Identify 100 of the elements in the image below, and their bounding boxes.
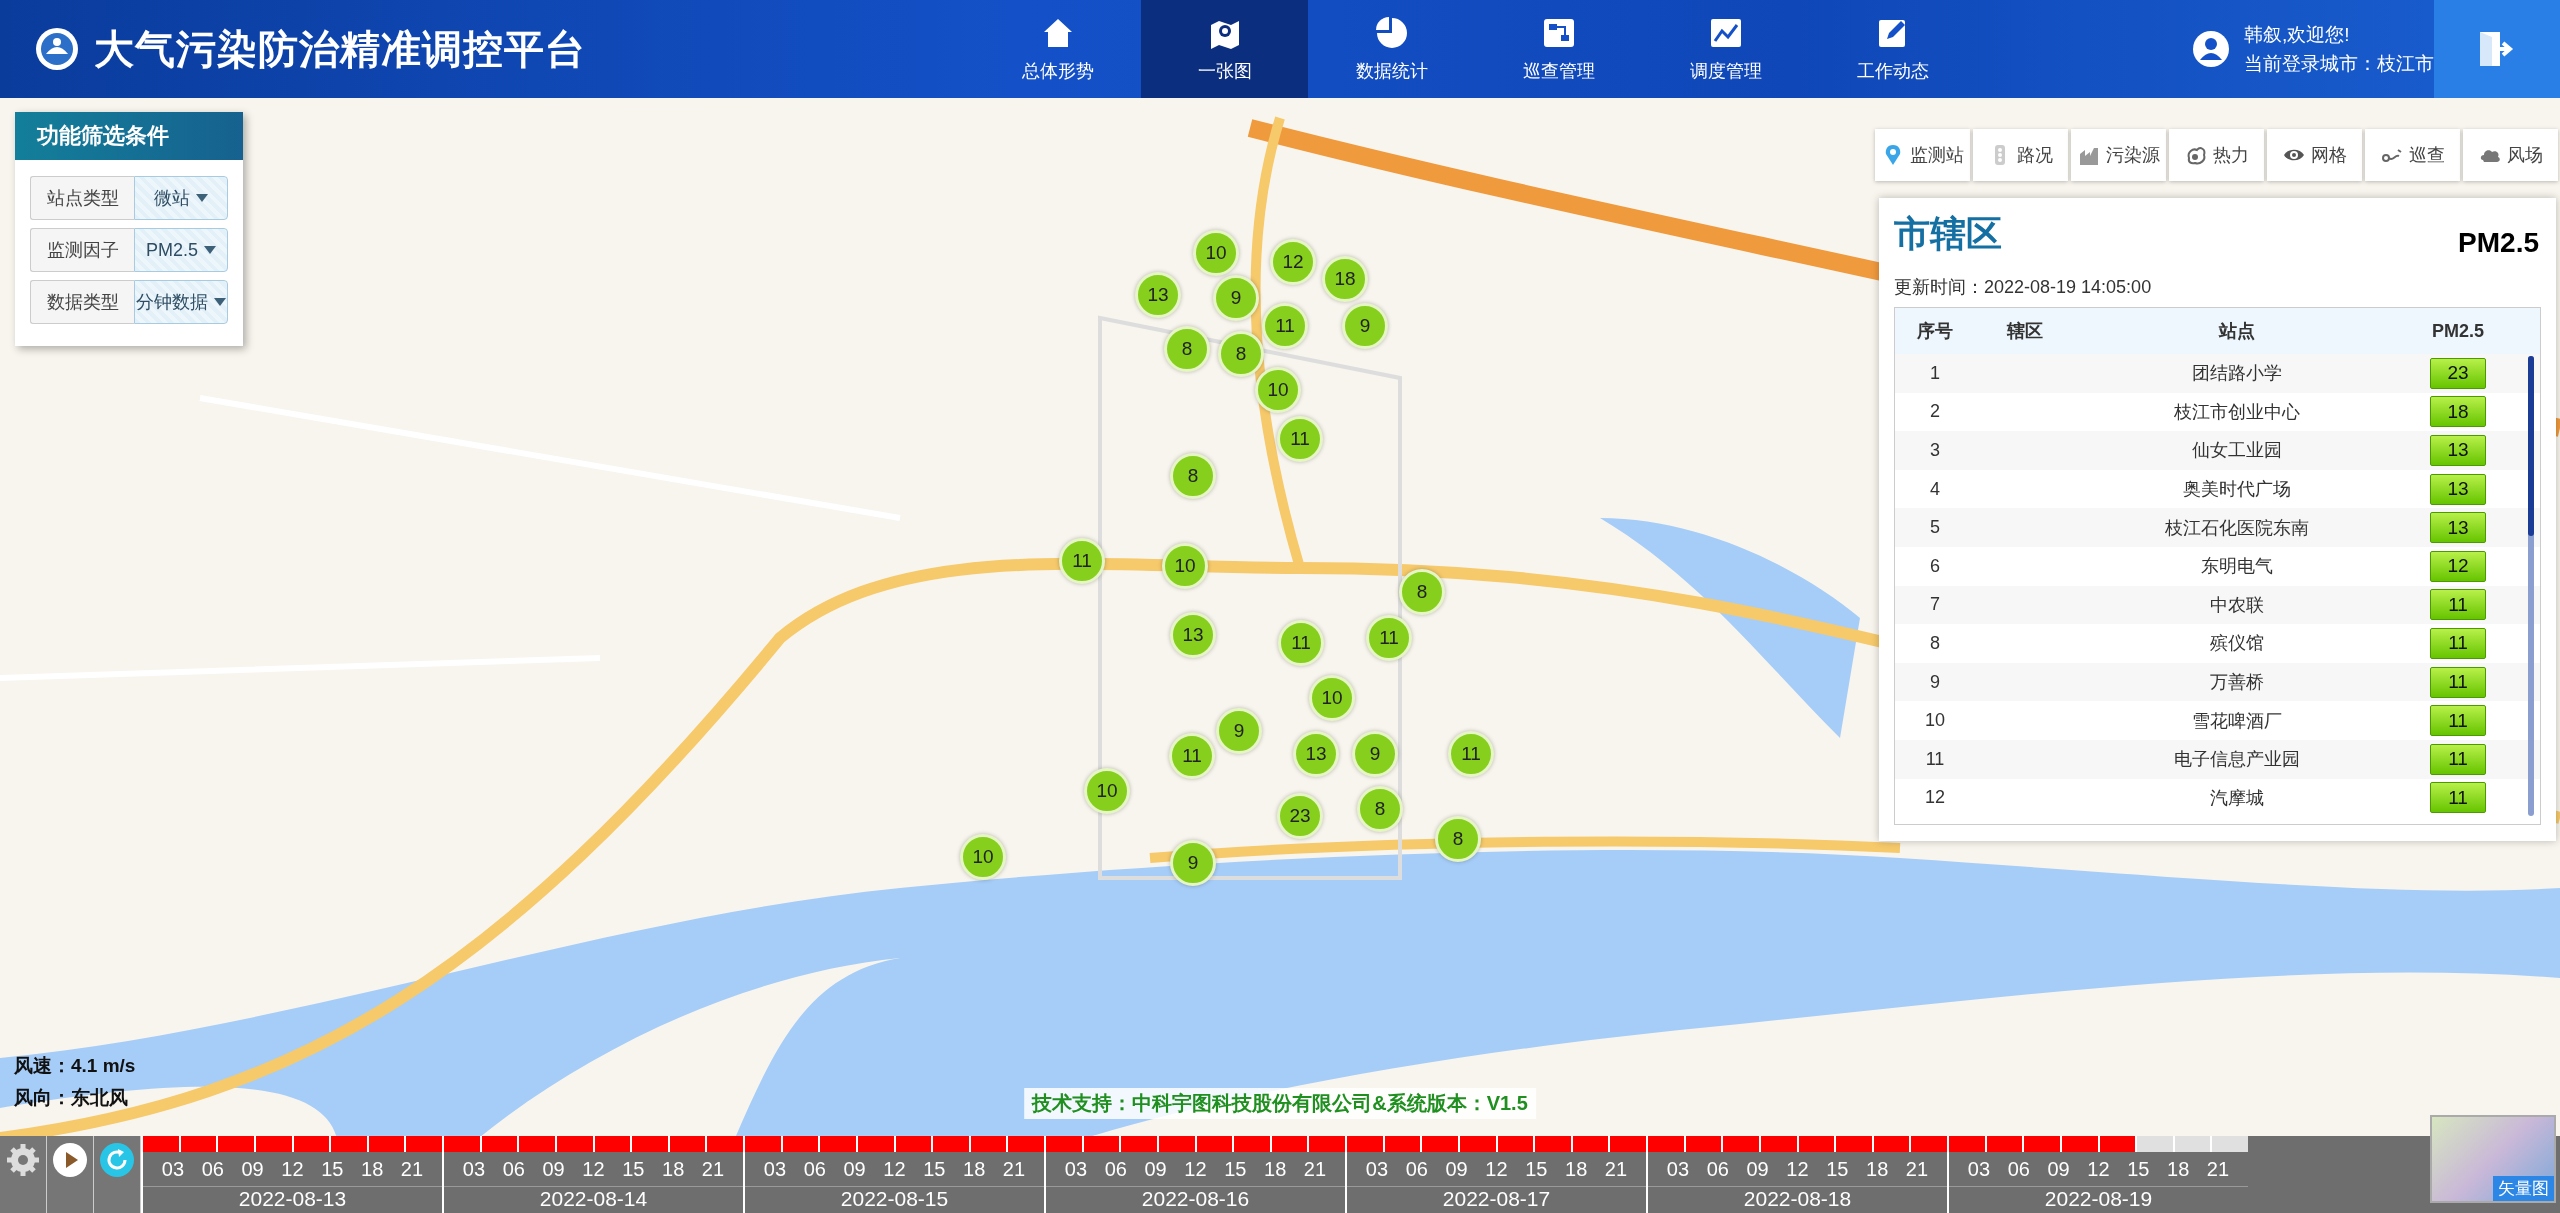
hour-tick[interactable]: 18 bbox=[1264, 1158, 1287, 1186]
timeline-segment[interactable] bbox=[1873, 1136, 1910, 1152]
play-button[interactable] bbox=[52, 1142, 88, 1178]
hour-tick[interactable]: 09 bbox=[1144, 1158, 1167, 1186]
hour-tick[interactable]: 15 bbox=[321, 1158, 344, 1186]
hour-tick[interactable]: 18 bbox=[1866, 1158, 1889, 1186]
filter-dropdown[interactable]: 分钟数据 bbox=[134, 280, 228, 324]
hour-tick[interactable]: 06 bbox=[502, 1158, 525, 1186]
hour-tick[interactable]: 18 bbox=[2167, 1158, 2190, 1186]
nav-tab[interactable]: 调度管理 bbox=[1642, 0, 1809, 98]
hour-tick[interactable]: 06 bbox=[1706, 1158, 1729, 1186]
filter-dropdown[interactable]: 微站 bbox=[134, 176, 228, 220]
nav-tab[interactable]: 数据统计 bbox=[1308, 0, 1475, 98]
hour-tick[interactable]: 15 bbox=[1224, 1158, 1247, 1186]
hour-tick[interactable]: 18 bbox=[963, 1158, 986, 1186]
hour-tick[interactable]: 03 bbox=[763, 1158, 787, 1186]
timeline-segment[interactable] bbox=[1384, 1136, 1421, 1152]
hour-tick[interactable]: 21 bbox=[701, 1158, 725, 1186]
filter-dropdown[interactable]: PM2.5 bbox=[134, 228, 228, 272]
date-label[interactable]: 2022-08-16 bbox=[1046, 1186, 1345, 1211]
timeline-segment[interactable] bbox=[1798, 1136, 1835, 1152]
timeline-segment[interactable] bbox=[255, 1136, 292, 1152]
hour-tick[interactable]: 06 bbox=[1405, 1158, 1428, 1186]
date-label[interactable]: 2022-08-19 bbox=[1949, 1186, 2248, 1211]
hour-tick[interactable]: 15 bbox=[923, 1158, 946, 1186]
timeline-segment[interactable] bbox=[293, 1136, 330, 1152]
hour-tick[interactable]: 21 bbox=[1002, 1158, 1026, 1186]
hour-tick[interactable]: 18 bbox=[361, 1158, 384, 1186]
timeline-segment[interactable] bbox=[1685, 1136, 1722, 1152]
hour-tick[interactable]: 09 bbox=[542, 1158, 565, 1186]
map-layer-button[interactable]: 风场 bbox=[2463, 129, 2558, 181]
timeline-segment[interactable] bbox=[1271, 1136, 1308, 1152]
date-label[interactable]: 2022-08-15 bbox=[745, 1186, 1044, 1211]
timeline-segment[interactable] bbox=[857, 1136, 894, 1152]
map-layer-button[interactable]: 巡查 bbox=[2365, 129, 2460, 181]
timeline-segment[interactable] bbox=[970, 1136, 1007, 1152]
hour-tick[interactable]: 12 bbox=[2087, 1158, 2110, 1186]
timeline-segment[interactable] bbox=[669, 1136, 706, 1152]
hour-tick[interactable]: 06 bbox=[803, 1158, 826, 1186]
timeline-segment[interactable] bbox=[1760, 1136, 1797, 1152]
timeline-segment[interactable] bbox=[2099, 1136, 2136, 1152]
timeline-segment[interactable] bbox=[2061, 1136, 2098, 1152]
hour-tick[interactable]: 12 bbox=[582, 1158, 605, 1186]
hour-tick[interactable]: 09 bbox=[1746, 1158, 1769, 1186]
hour-tick[interactable]: 12 bbox=[1184, 1158, 1207, 1186]
timeline-segment[interactable] bbox=[1459, 1136, 1496, 1152]
map-layer-button[interactable]: 监测站 bbox=[1875, 129, 1970, 181]
hour-tick[interactable]: 09 bbox=[241, 1158, 264, 1186]
timeline-segment[interactable] bbox=[556, 1136, 593, 1152]
timeline-segment[interactable] bbox=[1572, 1136, 1609, 1152]
hour-tick[interactable]: 03 bbox=[1064, 1158, 1088, 1186]
hour-tick[interactable]: 12 bbox=[883, 1158, 906, 1186]
timeline-segment[interactable] bbox=[1196, 1136, 1233, 1152]
timeline-segment[interactable] bbox=[895, 1136, 932, 1152]
hour-tick[interactable]: 21 bbox=[1905, 1158, 1929, 1186]
hour-tick[interactable]: 12 bbox=[1485, 1158, 1508, 1186]
hour-tick[interactable]: 03 bbox=[462, 1158, 486, 1186]
timeline-segment[interactable] bbox=[782, 1136, 819, 1152]
timeline-segment[interactable] bbox=[481, 1136, 518, 1152]
date-label[interactable]: 2022-08-18 bbox=[1648, 1186, 1947, 1211]
map-layer-button[interactable]: 热力 bbox=[2169, 129, 2264, 181]
hour-tick[interactable]: 09 bbox=[1445, 1158, 1468, 1186]
nav-tab[interactable]: 一张图 bbox=[1141, 0, 1308, 98]
date-label[interactable]: 2022-08-17 bbox=[1347, 1186, 1646, 1211]
map-layer-button[interactable]: 路况 bbox=[1973, 129, 2068, 181]
hour-tick[interactable]: 15 bbox=[2127, 1158, 2150, 1186]
nav-tab[interactable]: 总体形势 bbox=[974, 0, 1141, 98]
timeline-segment[interactable] bbox=[1497, 1136, 1534, 1152]
date-label[interactable]: 2022-08-14 bbox=[444, 1186, 743, 1211]
timeline-segment[interactable] bbox=[180, 1136, 217, 1152]
timeline-segment[interactable] bbox=[368, 1136, 405, 1152]
map-layer-button[interactable]: 网格 bbox=[2267, 129, 2362, 181]
timeline-segment[interactable] bbox=[1083, 1136, 1120, 1152]
hour-tick[interactable]: 15 bbox=[622, 1158, 645, 1186]
settings-button[interactable] bbox=[5, 1142, 41, 1178]
hour-tick[interactable]: 12 bbox=[1786, 1158, 1809, 1186]
hour-tick[interactable]: 21 bbox=[1303, 1158, 1327, 1186]
hour-tick[interactable]: 06 bbox=[201, 1158, 224, 1186]
hour-tick[interactable]: 03 bbox=[161, 1158, 185, 1186]
hour-tick[interactable]: 03 bbox=[1967, 1158, 1991, 1186]
nav-tab[interactable]: 工作动态 bbox=[1809, 0, 1976, 98]
hour-tick[interactable]: 09 bbox=[843, 1158, 866, 1186]
hour-tick[interactable]: 18 bbox=[662, 1158, 685, 1186]
refresh-button[interactable] bbox=[99, 1142, 135, 1178]
hour-tick[interactable]: 18 bbox=[1565, 1158, 1588, 1186]
hour-tick[interactable]: 06 bbox=[2007, 1158, 2030, 1186]
timeline-segment[interactable] bbox=[1986, 1136, 2023, 1152]
hour-tick[interactable]: 15 bbox=[1826, 1158, 1849, 1186]
hour-tick[interactable]: 12 bbox=[281, 1158, 304, 1186]
map-layer-button[interactable]: 污染源 bbox=[2071, 129, 2166, 181]
hour-tick[interactable]: 06 bbox=[1104, 1158, 1127, 1186]
hour-tick[interactable]: 21 bbox=[400, 1158, 424, 1186]
logout-button[interactable] bbox=[2434, 0, 2560, 98]
date-label[interactable]: 2022-08-13 bbox=[143, 1186, 442, 1211]
basemap-thumbnail[interactable]: 矢量图 bbox=[2430, 1115, 2556, 1203]
nav-tab[interactable]: 巡查管理 bbox=[1475, 0, 1642, 98]
hour-tick[interactable]: 03 bbox=[1365, 1158, 1389, 1186]
hour-tick[interactable]: 03 bbox=[1666, 1158, 1690, 1186]
scrollbar-thumb[interactable] bbox=[2528, 356, 2534, 536]
hour-tick[interactable]: 21 bbox=[1604, 1158, 1628, 1186]
